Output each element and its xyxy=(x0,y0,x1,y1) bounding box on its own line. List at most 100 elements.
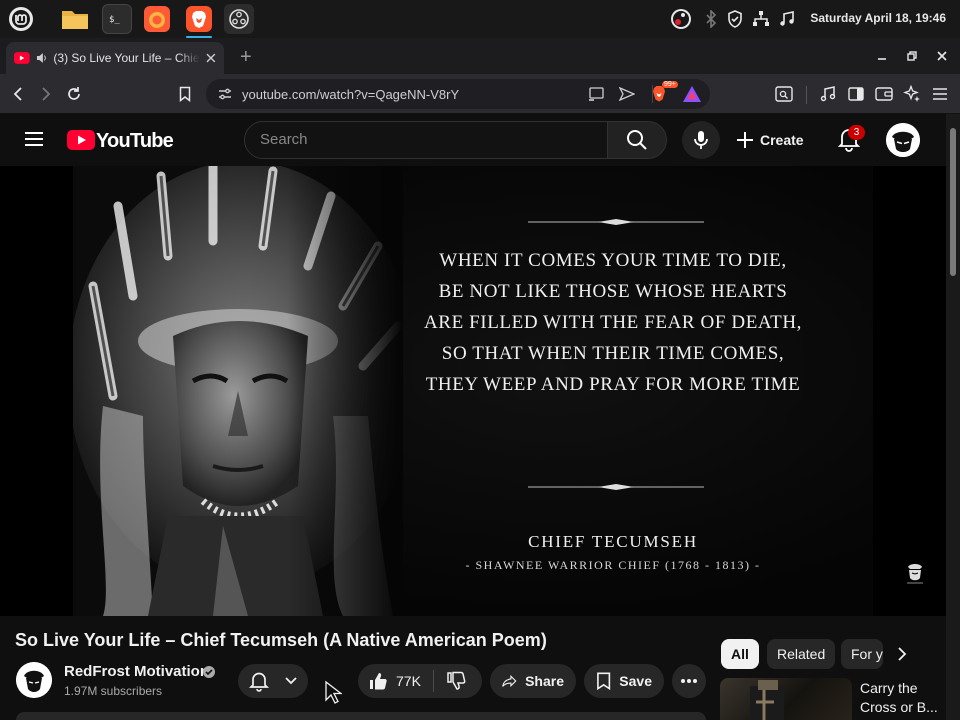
quote-author-subtitle: - SHAWNEE WARRIOR CHIEF (1768 - 1813) - xyxy=(465,558,761,572)
description-box[interactable] xyxy=(16,712,706,720)
chip-for-you[interactable]: For you xyxy=(841,639,883,669)
chip-related[interactable]: Related xyxy=(767,639,836,669)
recommended-video-thumbnail[interactable] xyxy=(720,678,852,720)
chevron-down-icon xyxy=(285,677,297,685)
media-music-icon[interactable] xyxy=(818,84,838,104)
obs-icon[interactable] xyxy=(224,4,254,34)
site-settings-icon[interactable] xyxy=(218,87,232,101)
leo-ai-icon[interactable] xyxy=(902,84,922,104)
save-label: Save xyxy=(619,673,652,689)
chip-all[interactable]: All xyxy=(721,639,759,669)
channel-avatar[interactable] xyxy=(16,662,52,698)
quote-line-5: THEY WEEP AND PRAY FOR MORE TIME xyxy=(425,374,801,395)
account-avatar[interactable] xyxy=(886,123,920,157)
more-actions-button[interactable] xyxy=(672,664,706,698)
youtube-logo-text[interactable]: YouTube xyxy=(96,130,174,153)
channel-watermark-logo xyxy=(907,564,923,584)
chevron-right-icon xyxy=(898,647,907,661)
create-label: Create xyxy=(760,132,804,148)
toolbar-divider xyxy=(806,86,807,104)
search-icon xyxy=(627,130,647,150)
quote-line-3: ARE FILLED WITH THE FEAR OF DEATH, xyxy=(423,312,803,333)
quote-line-4: SO THAT WHEN THEIR TIME COMES, xyxy=(441,343,785,364)
share-button[interactable]: Share xyxy=(490,664,576,698)
youtube-favicon-icon xyxy=(14,52,30,64)
brave-rewards-icon[interactable] xyxy=(682,85,702,103)
plus-icon xyxy=(737,132,753,148)
bluetooth-icon[interactable] xyxy=(700,8,722,30)
sidebar-toggle-icon[interactable] xyxy=(846,84,866,104)
svg-text:$_: $_ xyxy=(109,15,120,25)
system-panel: $_ Saturday April 18, 19:46 xyxy=(0,0,960,38)
obs-recording-icon[interactable] xyxy=(670,8,692,30)
shields-count-badge: 99+ xyxy=(662,81,678,88)
youtube-logo-icon[interactable] xyxy=(67,130,95,150)
share-arrow-icon xyxy=(502,674,517,688)
subscriber-count: 1.97M subscribers xyxy=(64,684,163,698)
url-text[interactable]: youtube.com/watch?v=QageNN-V8rY xyxy=(242,87,459,102)
more-horizontal-icon xyxy=(681,679,697,683)
quote-author: CHIEF TECUMSEH xyxy=(528,532,698,551)
search-input[interactable] xyxy=(260,131,590,148)
shield-icon[interactable] xyxy=(724,8,746,30)
subscribed-notifications-button[interactable] xyxy=(238,664,308,698)
browser-tab[interactable]: (3) So Live Your Life – Chief Tecumseh (… xyxy=(6,42,224,74)
firefox-icon[interactable] xyxy=(142,4,172,34)
video-frame: WHEN IT COMES YOUR TIME TO DIE, BE NOT L… xyxy=(73,166,873,616)
browser-toolbar: youtube.com/watch?v=QageNN-V8rY 99+ xyxy=(0,74,960,114)
notification-count-badge: 3 xyxy=(848,125,865,140)
forward-icon[interactable] xyxy=(36,84,56,104)
dislike-button[interactable] xyxy=(434,671,478,691)
back-icon[interactable] xyxy=(8,84,28,104)
guide-menu-icon[interactable] xyxy=(24,131,44,147)
maximize-icon[interactable] xyxy=(904,48,920,64)
like-button[interactable]: 77K xyxy=(358,671,433,691)
new-tab-button[interactable]: + xyxy=(240,46,252,69)
bookmark-icon[interactable] xyxy=(175,84,195,104)
minimize-icon[interactable] xyxy=(874,48,890,64)
files-folder-icon[interactable] xyxy=(60,4,90,34)
youtube-masthead: YouTube Create 3 xyxy=(0,114,960,166)
terminal-icon[interactable]: $_ xyxy=(102,4,132,34)
share-label: Share xyxy=(525,673,564,689)
chips-next-button[interactable] xyxy=(895,646,909,662)
voice-search-button[interactable] xyxy=(682,121,720,159)
thumbs-up-icon xyxy=(370,673,387,690)
close-window-icon[interactable] xyxy=(934,48,950,64)
network-icon[interactable] xyxy=(750,8,772,30)
reload-icon[interactable] xyxy=(64,84,84,104)
recommended-video-title[interactable]: Carry the Cross or B... xyxy=(860,679,952,717)
channel-name[interactable]: RedFrost Motivation xyxy=(64,663,209,680)
save-bookmark-icon xyxy=(597,672,611,691)
brave-browser-icon[interactable] xyxy=(184,4,214,38)
page-scrollbar[interactable] xyxy=(946,114,960,720)
quote-line-2: BE NOT LIKE THOSE WHOSE HEARTS xyxy=(438,281,788,302)
video-player[interactable]: WHEN IT COMES YOUR TIME TO DIE, BE NOT L… xyxy=(0,166,946,616)
thumbs-down-icon xyxy=(447,671,466,690)
system-clock[interactable]: Saturday April 18, 19:46 xyxy=(810,11,946,25)
search-box[interactable] xyxy=(244,121,608,159)
mint-menu-icon[interactable] xyxy=(6,4,36,34)
cast-icon[interactable] xyxy=(588,87,604,101)
bottom-ornament-divider xyxy=(528,484,704,490)
wallet-icon[interactable] xyxy=(874,84,894,104)
hamburger-menu-icon[interactable] xyxy=(930,84,950,104)
music-note-icon[interactable] xyxy=(776,8,798,30)
save-button[interactable]: Save xyxy=(584,664,664,698)
browser-tab-strip: (3) So Live Your Life – Chief Tecumseh (… xyxy=(0,38,960,74)
tab-close-icon[interactable] xyxy=(206,53,216,63)
like-dislike-group: 77K xyxy=(358,664,482,698)
quote-line-1: WHEN IT COMES YOUR TIME TO DIE, xyxy=(439,250,787,271)
mouse-cursor-icon xyxy=(325,680,342,704)
search-button[interactable] xyxy=(607,121,667,159)
top-ornament-divider xyxy=(528,219,704,225)
create-button[interactable]: Create xyxy=(736,124,804,156)
address-bar[interactable]: youtube.com/watch?v=QageNN-V8rY 99+ xyxy=(206,79,710,109)
speaker-audio-icon[interactable] xyxy=(36,52,48,64)
reader-mode-icon[interactable] xyxy=(774,84,794,104)
scrollbar-thumb[interactable] xyxy=(950,128,956,276)
verified-badge-icon xyxy=(203,666,215,678)
chief-portrait-image xyxy=(73,166,403,616)
video-title: So Live Your Life – Chief Tecumseh (A Na… xyxy=(15,630,547,650)
send-icon[interactable] xyxy=(619,87,635,101)
